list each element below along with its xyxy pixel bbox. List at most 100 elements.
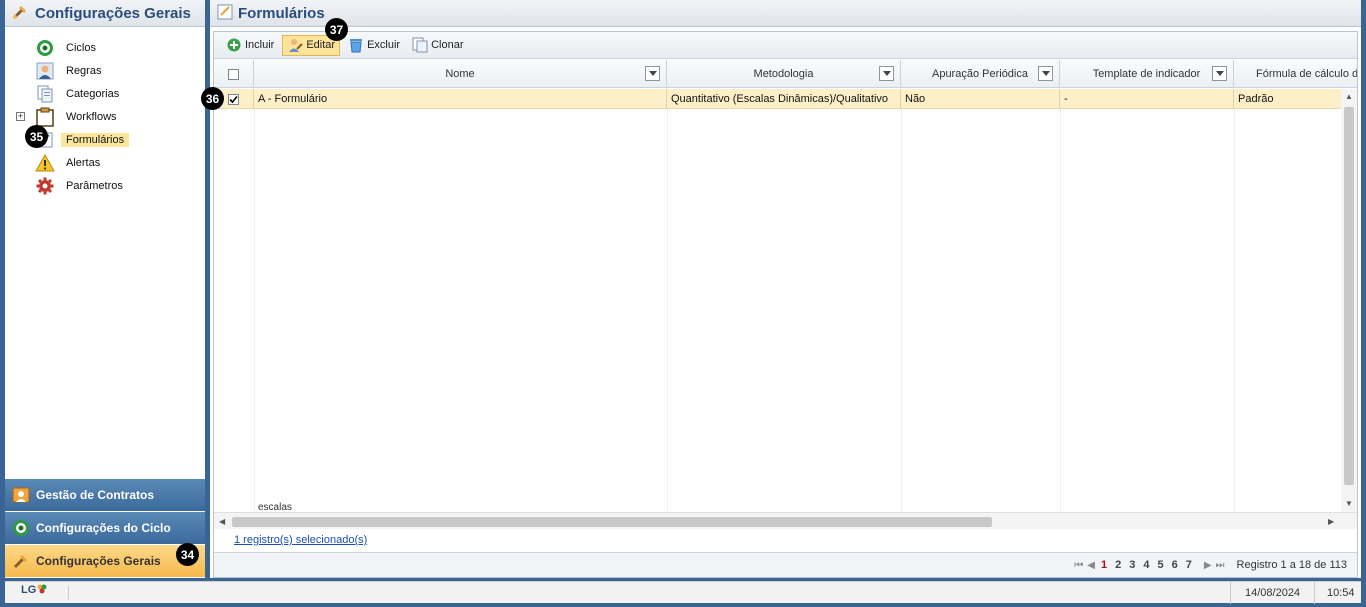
page-link[interactable]: 3: [1129, 559, 1135, 571]
column-apuracao[interactable]: Apuração Periódica: [901, 60, 1060, 87]
column-label: Metodologia: [753, 68, 814, 80]
contracts-icon: [11, 485, 31, 505]
page-link[interactable]: 1: [1101, 559, 1107, 571]
pagination-bar: ⏮ ◀ 1 2 3 4 5 6 7 ▶ ⏭ Registro 1 a 18 de…: [214, 552, 1357, 577]
grid-toolbar: Incluir Editar Excluir Clonar: [214, 32, 1357, 59]
annotation-badge: 36: [201, 87, 224, 110]
column-divider: [901, 109, 902, 512]
prev-page-icon[interactable]: ◀: [1087, 560, 1095, 571]
delete-label: Excluir: [367, 39, 401, 51]
cycle-icon: [35, 38, 55, 58]
delete-button[interactable]: Excluir: [344, 35, 404, 56]
column-divider: [1234, 109, 1235, 512]
status-date: 14/08/2024: [1230, 582, 1314, 604]
accordion-label: Configurações Gerais: [36, 554, 161, 568]
cycle-icon: [11, 518, 31, 538]
chevron-down-icon[interactable]: [1212, 66, 1227, 81]
page-link[interactable]: 4: [1143, 559, 1149, 571]
column-template[interactable]: Template de indicador: [1060, 60, 1234, 87]
table-row[interactable]: A - Formulário Quantitativo (Escalas Din…: [214, 89, 1341, 109]
column-metodologia[interactable]: Metodologia: [667, 60, 901, 87]
cell-apuracao: Não: [901, 89, 1060, 109]
selection-count-link[interactable]: 1 registro(s) selecionado(s): [234, 534, 367, 546]
row-checkbox[interactable]: [228, 93, 239, 105]
column-formula[interactable]: Fórmula de cálculo d: [1234, 60, 1357, 87]
categories-icon: [35, 84, 55, 104]
cell-formula: Padrão: [1238, 93, 1274, 105]
add-icon: [226, 37, 242, 53]
left-panel-header: Configurações Gerais: [5, 0, 205, 27]
tree-item-alertas[interactable]: Alertas: [5, 151, 205, 174]
next-page-icon[interactable]: ▶: [1204, 560, 1212, 571]
clone-icon: [412, 37, 428, 53]
scroll-left-icon[interactable]: ◀: [219, 517, 225, 526]
user-rules-icon: [35, 61, 55, 81]
clone-label: Clonar: [431, 39, 464, 51]
annotation-badge: 35: [25, 125, 48, 148]
select-all-column: [214, 60, 254, 87]
column-label: Apuração Periódica: [931, 68, 1028, 80]
scroll-thumb[interactable]: [232, 517, 992, 527]
forms-grid: Incluir Editar Excluir Clonar Nome Metod…: [213, 31, 1358, 578]
chevron-down-icon[interactable]: [645, 66, 660, 81]
right-panel-header: Formulários: [210, 0, 1361, 27]
column-label: Template de indicador: [1092, 68, 1201, 80]
chevron-down-icon[interactable]: [879, 66, 894, 81]
include-button[interactable]: Incluir: [222, 35, 278, 56]
gear-icon: [35, 176, 55, 196]
annotation-badge: 37: [325, 18, 348, 41]
tree-item-categorias[interactable]: Categorias: [5, 82, 205, 105]
scroll-up-icon[interactable]: ▲: [1345, 92, 1353, 101]
expand-icon[interactable]: +: [16, 112, 25, 121]
warning-icon: [35, 153, 55, 173]
tree-item-label: Workflows: [66, 110, 117, 123]
tree-item-ciclos[interactable]: Ciclos: [5, 36, 205, 59]
chevron-down-icon[interactable]: [1038, 66, 1053, 81]
select-all-checkbox[interactable]: [228, 68, 239, 80]
partial-cell-text: escalas: [258, 502, 292, 513]
workflow-icon: [35, 107, 55, 127]
vertical-scrollbar[interactable]: ▲ ▼: [1341, 89, 1357, 512]
accordion-gestao-contratos[interactable]: Gestão de Contratos: [5, 479, 205, 511]
tree-item-label: Formulários: [61, 132, 130, 147]
column-nome[interactable]: Nome: [254, 60, 667, 87]
column-divider: [254, 109, 255, 512]
include-label: Incluir: [245, 39, 275, 51]
trash-icon: [348, 37, 364, 53]
forms-icon: [216, 3, 234, 24]
scroll-right-icon[interactable]: ▶: [1328, 517, 1334, 526]
edit-label: Editar: [306, 39, 336, 51]
cell-metodologia: Quantitativo (Escalas Dinâmicas)/Qualita…: [667, 89, 901, 109]
column-label: Fórmula de cálculo d: [1256, 68, 1357, 80]
pager-summary: Registro 1 a 18 de 113: [1236, 559, 1347, 571]
page-link[interactable]: 5: [1157, 559, 1163, 571]
annotation-badge: 34: [176, 543, 199, 566]
lg-logo: LG: [21, 584, 47, 596]
tools-icon: [11, 551, 31, 571]
grid-header: Nome Metodologia Apuração Periódica Temp…: [214, 60, 1357, 88]
scroll-down-icon[interactable]: ▼: [1345, 499, 1353, 508]
last-page-icon[interactable]: ⏭: [1216, 560, 1225, 571]
page-link[interactable]: 6: [1172, 559, 1178, 571]
status-time: 10:54: [1314, 582, 1355, 604]
accordion-configuracoes-gerais[interactable]: Configurações Gerais: [5, 545, 205, 577]
column-divider: [1060, 109, 1061, 512]
page-link[interactable]: 2: [1115, 559, 1121, 571]
page-title: Formulários: [238, 4, 325, 22]
clone-button[interactable]: Clonar: [408, 35, 467, 56]
first-page-icon[interactable]: ⏮: [1074, 560, 1083, 571]
edit-user-icon: [287, 37, 304, 53]
tree-item-label: Categorias: [66, 87, 120, 100]
accordion-label: Configurações do Ciclo: [36, 521, 171, 535]
tree-item-label: Regras: [66, 64, 102, 77]
tree-item-regras[interactable]: Regras: [5, 59, 205, 82]
accordion-configuracoes-ciclo[interactable]: Configurações do Ciclo: [5, 512, 205, 544]
status-bar: LG 14/08/2024 10:54: [5, 581, 1361, 604]
scroll-thumb[interactable]: [1344, 107, 1354, 485]
column-divider: [667, 109, 668, 512]
tree-item-label: Parâmetros: [66, 179, 123, 192]
column-label: Nome: [445, 68, 475, 80]
tree-item-parametros[interactable]: Parâmetros: [5, 174, 205, 197]
horizontal-scrollbar[interactable]: ◀ ▶: [214, 512, 1357, 529]
page-link[interactable]: 7: [1186, 559, 1192, 571]
